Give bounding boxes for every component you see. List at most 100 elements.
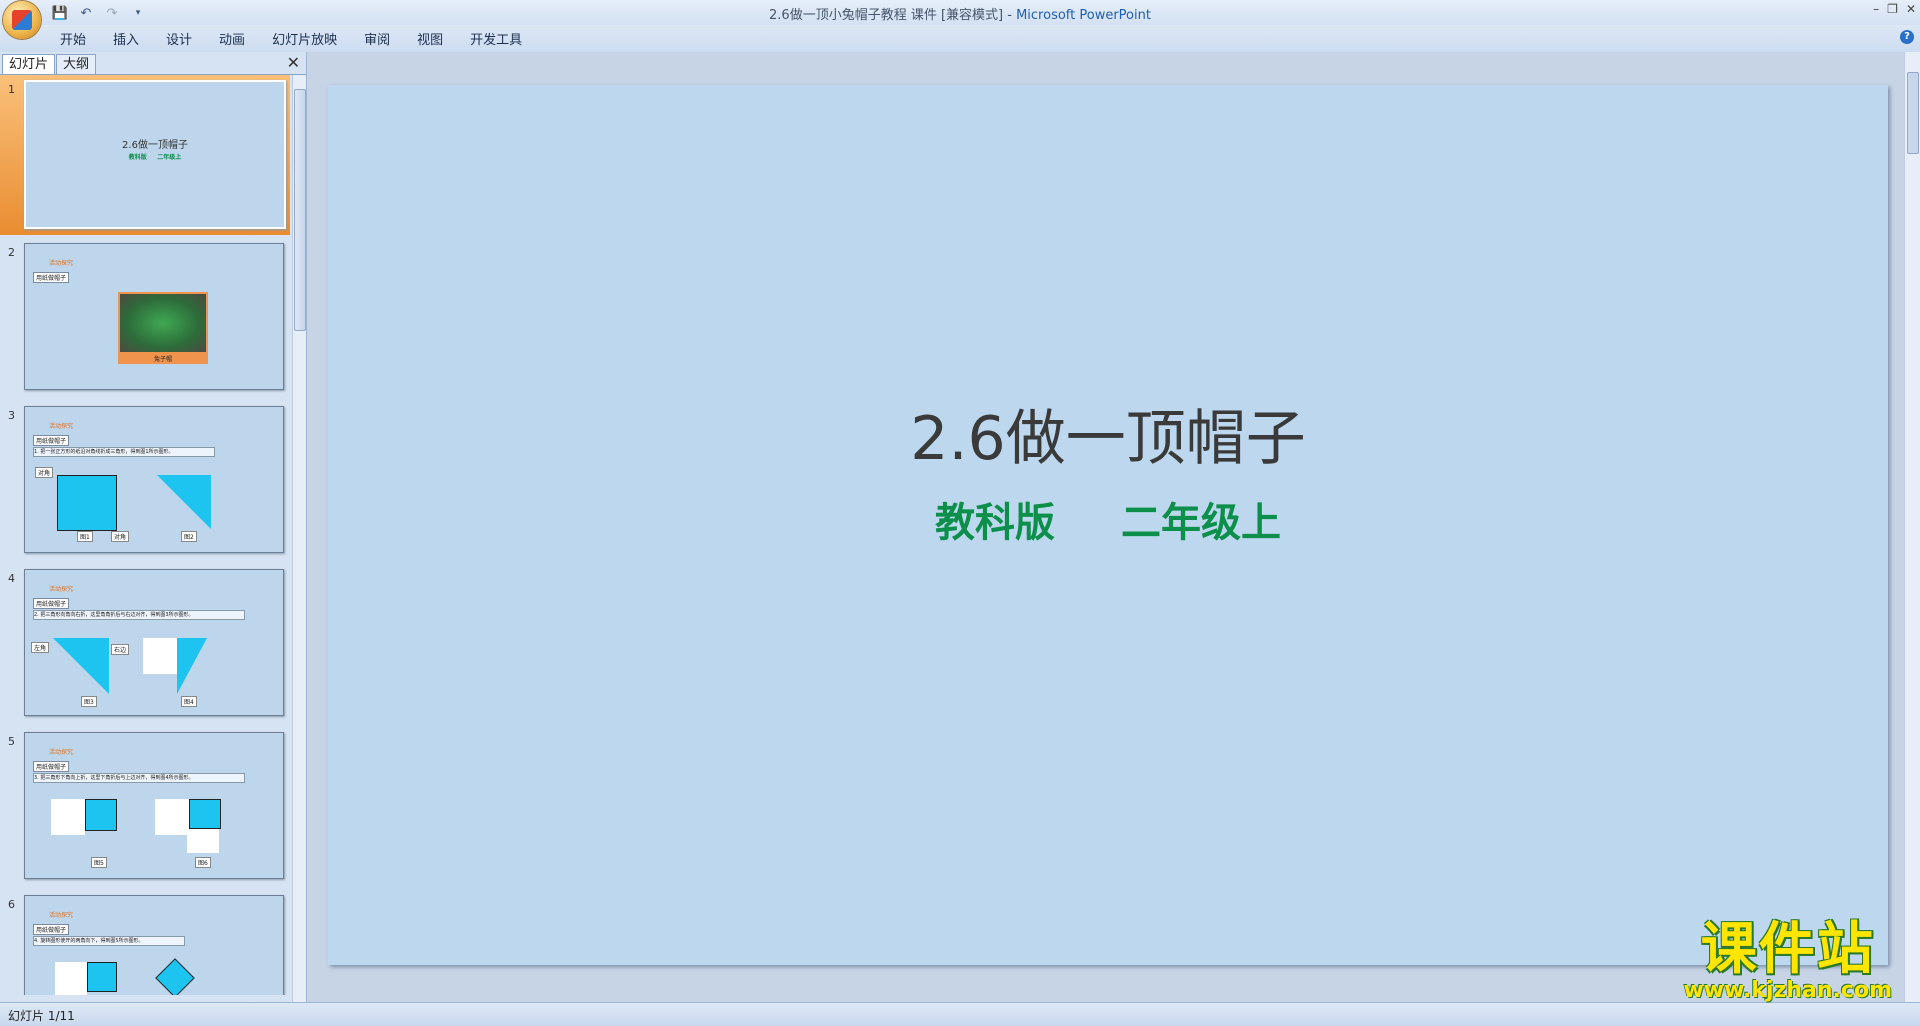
tab-outline[interactable]: 大纲 <box>56 54 97 74</box>
close-icon[interactable]: ✕ <box>287 53 300 72</box>
thumbnail-frame: 活动探究 用纸做帽子 3. 把三角形下角向上折，这里下角折后与上边对齐，得到图4… <box>24 732 284 879</box>
watermark-logo: 课件站 www.kjzhan.com <box>1683 917 1892 1004</box>
caption: 图5 <box>91 857 107 868</box>
thumb-heading: 活动探究 <box>49 912 74 919</box>
slide-number: 5 <box>8 735 15 748</box>
tab-review[interactable]: 审阅 <box>364 29 405 48</box>
thumb-heading: 活动探究 <box>49 423 74 430</box>
caption: 右边 <box>111 644 130 655</box>
slide-thumbnail-4[interactable]: 4 活动探究 用纸做帽子 2. 把三角形向角向右折，这里角角折后与右边对齐，得到… <box>0 564 290 724</box>
watermark-url: www.kjzhan.com <box>1683 978 1892 1003</box>
slide-number: 4 <box>8 572 15 585</box>
slide-number: 1 <box>8 83 15 96</box>
office-logo-icon <box>12 10 32 30</box>
main-scrollbar[interactable] <box>1904 52 1920 1002</box>
ribbon-tabs: 开始 插入 设计 动画 幻灯片放映 审阅 视图 开发工具 <box>60 29 549 48</box>
thumbnail-list: 1 2.6做一顶帽子 教科版 二年级上 2 活动探究 用纸做帽子 兔子帽 3 活… <box>0 75 290 995</box>
slide-number: 6 <box>8 898 15 911</box>
tab-slideshow[interactable]: 幻灯片放映 <box>272 29 352 48</box>
thumb-label: 用纸做帽子 <box>33 924 70 935</box>
minimize-button[interactable]: – <box>1873 2 1879 16</box>
caption: 图6 <box>195 857 211 868</box>
triangle-shape <box>157 475 211 529</box>
slides-pane: 幻灯片 大纲 ✕ 1 2.6做一顶帽子 教科版 二年级上 2 活动探究 用纸做帽… <box>0 52 307 1002</box>
thumb-heading: 活动探究 <box>49 586 74 593</box>
photo-caption: 兔子帽 <box>153 356 172 363</box>
thumb-heading: 活动探究 <box>49 260 74 267</box>
square-shape <box>57 475 117 531</box>
caption: 图2 <box>181 531 197 542</box>
hat-photo: 兔子帽 <box>118 292 208 364</box>
slide-subtitle[interactable]: 教科版 二年级上 <box>328 490 1888 548</box>
slide-thumbnail-3[interactable]: 3 活动探究 用纸做帽子 1. 把一张正方形的纸沿对角线折成三角形，得到图1所示… <box>0 401 290 561</box>
thumb-label: 用纸做帽子 <box>33 598 70 609</box>
slide-counter: 幻灯片 1/11 <box>8 1009 75 1023</box>
square-shape <box>189 799 221 829</box>
square-shape <box>87 962 117 992</box>
thumb-label: 用纸做帽子 <box>33 435 70 446</box>
thumb-label: 用纸做帽子 <box>33 761 70 772</box>
close-button[interactable]: ✕ <box>1906 2 1916 16</box>
app-name: Microsoft PowerPoint <box>1016 8 1151 23</box>
tab-view[interactable]: 视图 <box>417 29 458 48</box>
thumb-step: 2. 把三角形向角向右折，这里角角折后与右边对齐，得到图3所示图形。 <box>33 610 245 620</box>
thumb-subtitle: 教科版 二年级上 <box>26 152 284 161</box>
office-button[interactable] <box>3 1 41 39</box>
status-bar: 幻灯片 1/11 <box>0 1002 1920 1026</box>
caption: 图1 <box>77 531 93 542</box>
thumb-step: 4. 旋转图形使开的两角向下，得到图5所示图形。 <box>33 936 185 946</box>
slide-number: 3 <box>8 409 15 422</box>
thumb-label: 用纸做帽子 <box>33 272 70 283</box>
thumbnail-frame: 活动探究 用纸做帽子 2. 把三角形向角向右折，这里角角折后与右边对齐，得到图3… <box>24 569 284 716</box>
subtitle-grade: 二年级上 <box>1121 500 1281 546</box>
thumbnail-frame: 2.6做一顶帽子 教科版 二年级上 <box>24 80 286 229</box>
pane-scrollbar[interactable] <box>292 75 306 1002</box>
scrollbar-thumb[interactable] <box>294 89 306 331</box>
white-square <box>155 799 189 835</box>
triangle-shape <box>177 638 207 694</box>
restore-button[interactable]: ❐ <box>1887 2 1898 16</box>
tab-slides[interactable]: 幻灯片 <box>2 54 56 74</box>
square-shape <box>85 799 117 831</box>
tab-developer[interactable]: 开发工具 <box>470 29 537 48</box>
thumbnail-frame: 活动探究 用纸做帽子 兔子帽 <box>24 243 284 390</box>
title-bar: 💾 ↶ ↷ ▾ 2.6做一顶小兔帽子教程 课件 [兼容模式] - Microso… <box>0 0 1920 39</box>
tab-insert[interactable]: 插入 <box>113 29 154 48</box>
slide-editor: 2.6做一顶帽子 教科版 二年级上 <box>307 52 1905 1002</box>
slide-thumbnail-1[interactable]: 1 2.6做一顶帽子 教科版 二年级上 <box>0 75 290 235</box>
thumb-sub1: 教科版 <box>128 154 147 161</box>
slide-thumbnail-5[interactable]: 5 活动探究 用纸做帽子 3. 把三角形下角向上折，这里下角折后与上边对齐，得到… <box>0 727 290 887</box>
help-icon[interactable]: ? <box>1900 30 1914 44</box>
slide-thumbnail-6[interactable]: 6 活动探究 用纸做帽子 4. 旋转图形使开的两角向下，得到图5所示图形。 <box>0 890 290 995</box>
thumbnail-frame: 活动探究 用纸做帽子 1. 把一张正方形的纸沿对角线折成三角形，得到图1所示图形… <box>24 406 284 553</box>
triangle-shape <box>53 638 109 694</box>
white-square <box>143 638 177 674</box>
watermark-text: 课件站 <box>1700 917 1875 982</box>
thumb-step: 3. 把三角形下角向上折，这里下角折后与上边对齐，得到图4所示图形。 <box>33 773 245 783</box>
caption: 对角 <box>111 531 130 542</box>
white-square <box>55 962 87 995</box>
caption: 图3 <box>81 696 97 707</box>
tab-animations[interactable]: 动画 <box>219 29 260 48</box>
subtitle-edition: 教科版 <box>935 500 1055 546</box>
scrollbar-thumb[interactable] <box>1907 72 1919 154</box>
diamond-shape <box>155 958 195 995</box>
thumb-title: 2.6做一顶帽子 <box>122 140 188 151</box>
thumb-step: 1. 把一张正方形的纸沿对角线折成三角形，得到图1所示图形。 <box>33 447 215 457</box>
slide-canvas[interactable]: 2.6做一顶帽子 教科版 二年级上 <box>328 85 1888 965</box>
white-square <box>51 799 85 835</box>
slide-title[interactable]: 2.6做一顶帽子 <box>328 390 1888 477</box>
slide-number: 2 <box>8 246 15 259</box>
caption: 图4 <box>181 696 197 707</box>
thumb-sub2: 二年级上 <box>157 154 182 161</box>
pane-tabs: 幻灯片 大纲 ✕ <box>0 52 306 75</box>
caption: 左角 <box>31 642 50 653</box>
thumbnail-frame: 活动探究 用纸做帽子 4. 旋转图形使开的两角向下，得到图5所示图形。 <box>24 895 284 995</box>
tab-design[interactable]: 设计 <box>166 29 207 48</box>
slide-thumbnail-2[interactable]: 2 活动探究 用纸做帽子 兔子帽 <box>0 238 290 398</box>
ribbon: 开始 插入 设计 动画 幻灯片放映 审阅 视图 开发工具 ? <box>0 25 1920 53</box>
caption: 对角 <box>35 467 54 478</box>
tab-home[interactable]: 开始 <box>60 29 101 48</box>
document-title: 2.6做一顶小兔帽子教程 课件 [兼容模式] - <box>769 8 1017 23</box>
window-controls: – ❐ ✕ <box>1873 2 1916 16</box>
